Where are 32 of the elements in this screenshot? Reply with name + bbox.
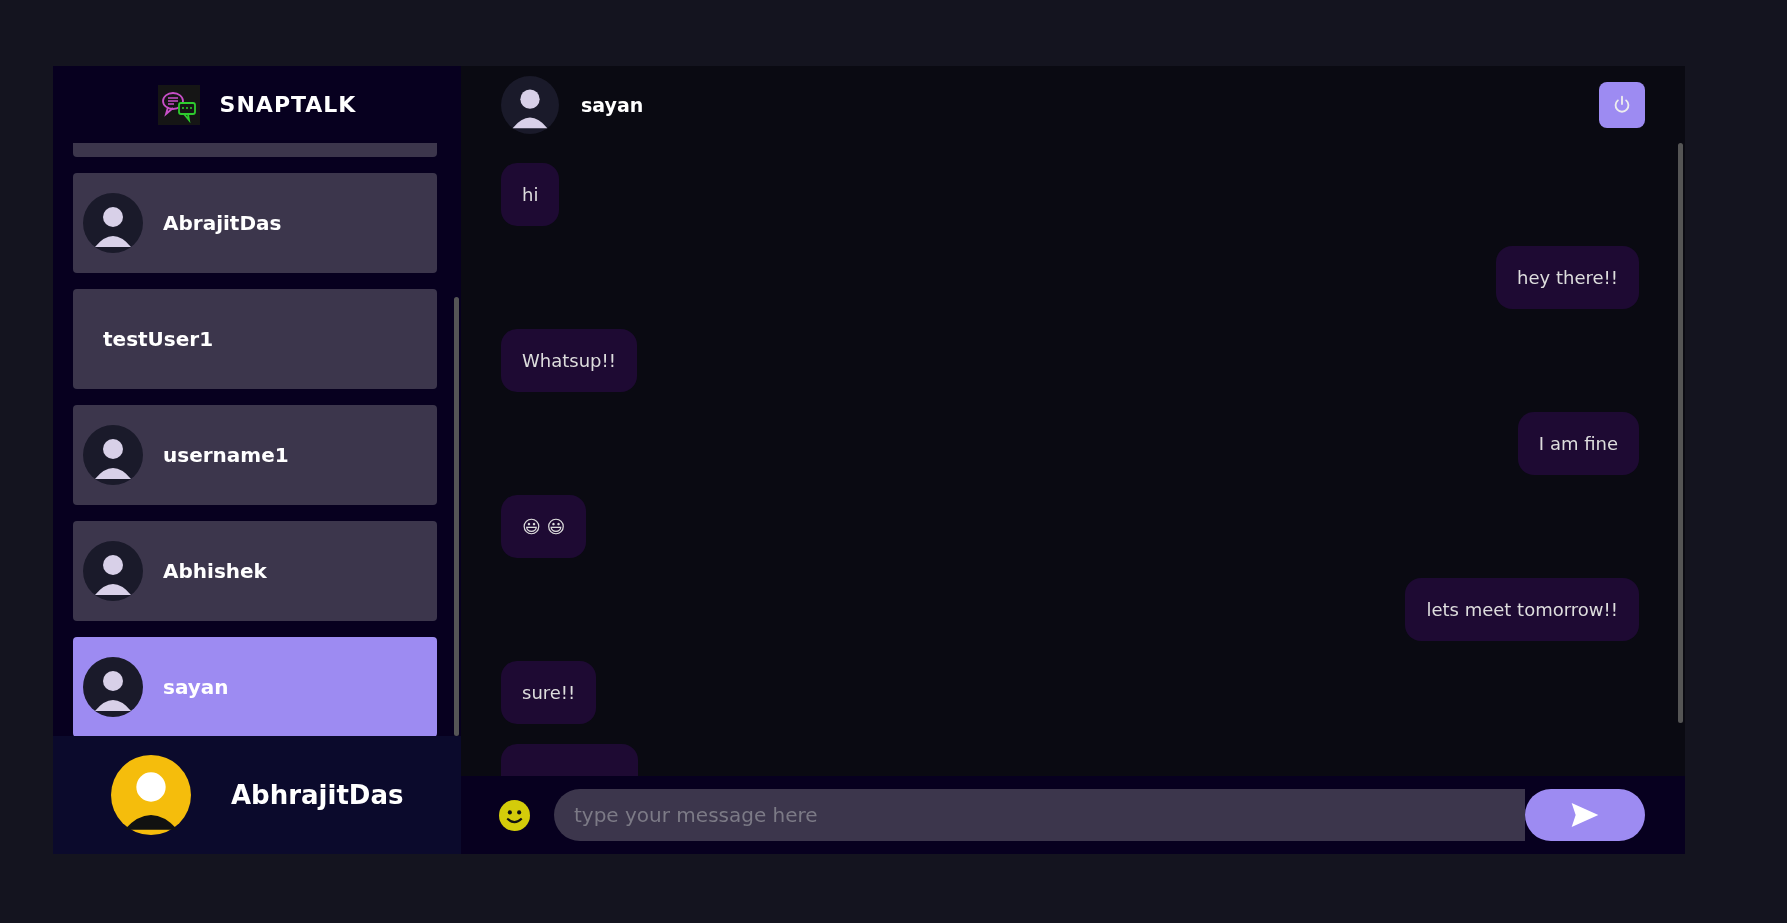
message-bubble: I am fine xyxy=(1517,412,1639,475)
current-user-name: AbhrajitDas xyxy=(231,780,404,810)
contact-item[interactable]: AbrajitDas xyxy=(73,173,437,273)
contact-name: Abhishek xyxy=(163,559,267,583)
contact-name: username1 xyxy=(163,443,289,467)
scrollbar[interactable] xyxy=(1678,143,1683,723)
avatar-icon xyxy=(83,657,143,717)
avatar-icon xyxy=(501,75,559,134)
avatar-icon xyxy=(83,541,143,601)
contact-item[interactable]: testUser1 xyxy=(73,289,437,389)
contact-name: sayan xyxy=(163,675,229,699)
avatar-icon xyxy=(111,755,191,835)
message-bubble: Whatsup!! xyxy=(501,329,637,392)
chat-bubbles-logo-icon xyxy=(157,84,200,125)
avatar-icon xyxy=(83,193,143,253)
emoji-icon[interactable] xyxy=(499,799,530,831)
scrollbar[interactable] xyxy=(454,297,459,736)
message-bubble: sure!! xyxy=(501,661,597,724)
message-input[interactable]: type your message here xyxy=(554,789,1525,841)
avatar-icon xyxy=(83,425,143,485)
send-button[interactable] xyxy=(1525,789,1645,841)
message-bubble: 😃 😃 xyxy=(501,495,587,558)
chat-contact-name: sayan xyxy=(581,93,645,116)
message-bubble: hi xyxy=(501,163,560,226)
app-name: SNAPTALK xyxy=(219,92,357,117)
logout-button[interactable] xyxy=(1599,81,1645,128)
contact-item[interactable]: Abhishek xyxy=(73,521,437,621)
contact-item[interactable]: username1 xyxy=(73,405,437,505)
message-bubble: hey there!! xyxy=(1496,246,1639,309)
message-bubble: lets meet tomorrow!! xyxy=(1405,578,1639,641)
contact-name: testUser1 xyxy=(102,327,214,351)
contact-name: AbrajitDas xyxy=(163,211,282,235)
